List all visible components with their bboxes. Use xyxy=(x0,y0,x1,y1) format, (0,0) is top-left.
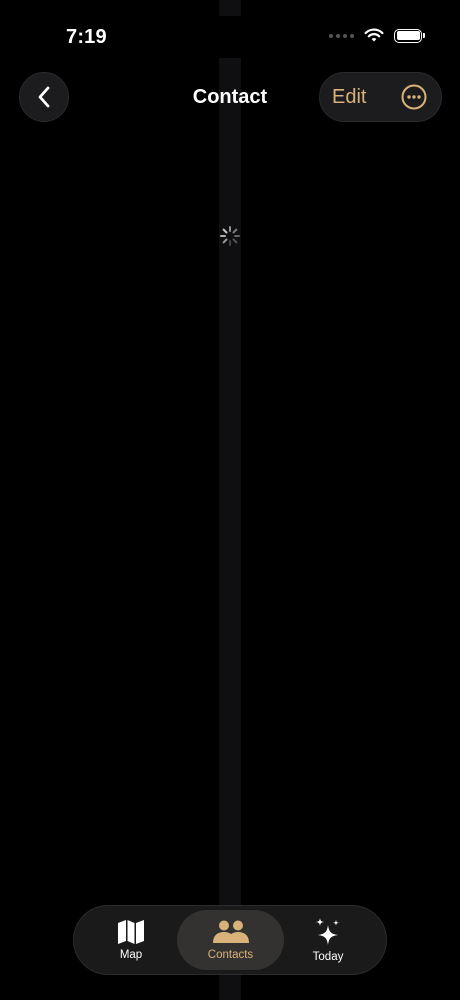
tab-today[interactable]: Today xyxy=(282,910,374,970)
tab-label: Map xyxy=(119,949,143,961)
tab-contacts[interactable]: Contacts xyxy=(177,910,284,970)
background-strip xyxy=(219,58,241,1000)
sparkles-icon xyxy=(316,918,339,945)
nav-actions-group: Edit xyxy=(319,72,442,122)
cellular-signal-icon xyxy=(329,33,354,38)
more-button[interactable] xyxy=(401,84,427,110)
status-time: 7:19 xyxy=(66,26,107,48)
background-strip xyxy=(219,0,241,16)
map-icon xyxy=(118,920,144,944)
status-indicators xyxy=(329,28,425,43)
wifi-icon xyxy=(364,28,384,42)
tab-bar: Map Contacts Today xyxy=(73,905,387,975)
battery-icon xyxy=(394,28,425,43)
contact-screen: 7:19 Contact Edit Map Contacts Today xyxy=(0,0,460,1000)
loading-spinner-icon xyxy=(220,226,240,246)
tab-map[interactable]: Map xyxy=(86,910,176,970)
people-icon xyxy=(212,920,249,943)
tab-label: Today xyxy=(312,951,344,963)
tab-label: Contacts xyxy=(207,949,254,961)
edit-button[interactable]: Edit xyxy=(332,86,382,109)
ellipsis-circle-icon xyxy=(401,84,427,110)
